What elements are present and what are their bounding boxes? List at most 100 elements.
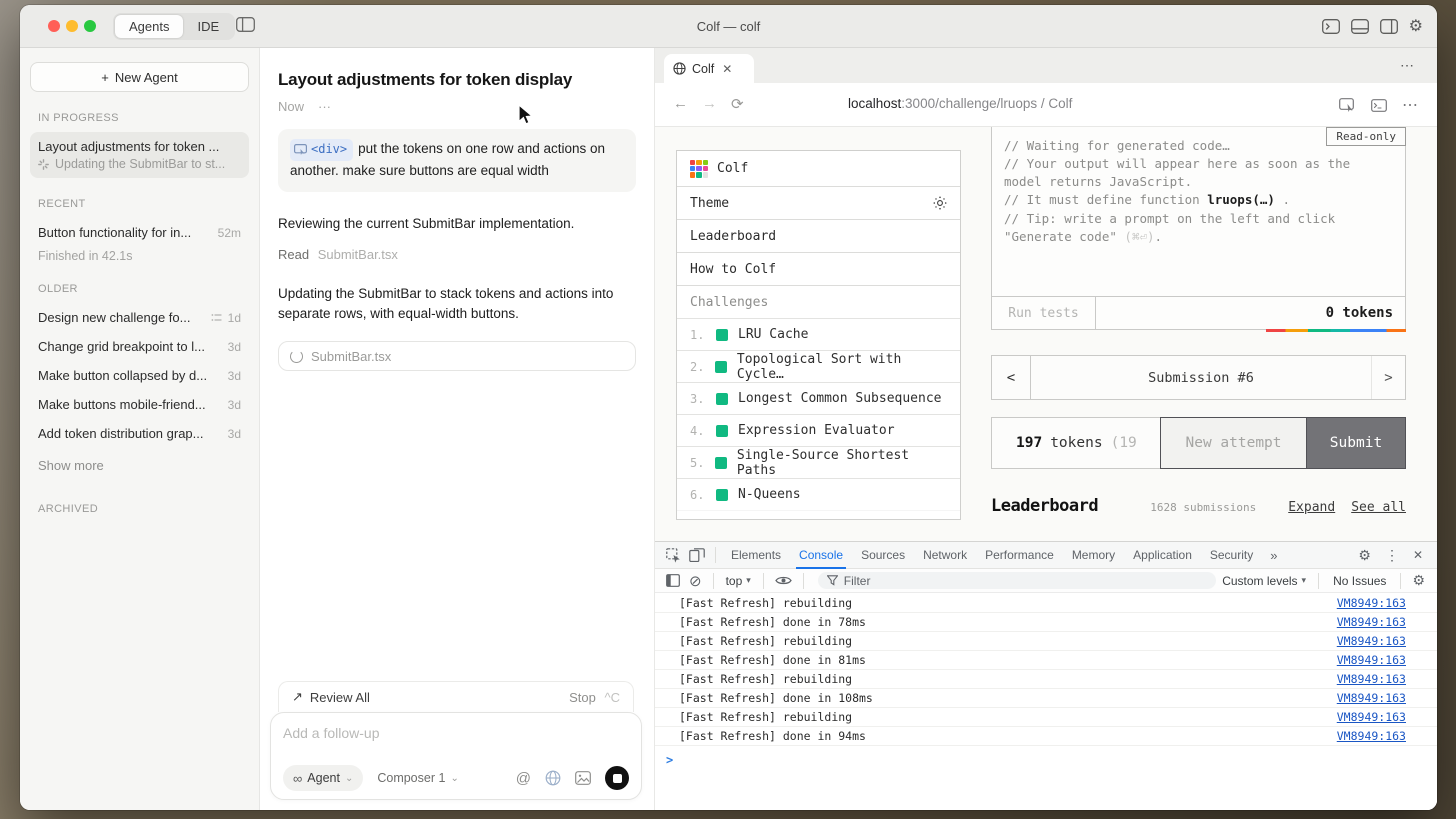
tab-ide[interactable]: IDE xyxy=(183,15,233,38)
settings-button[interactable]: ⚙ xyxy=(1409,19,1423,35)
agent-item[interactable]: Change grid breakpoint to l... 3d xyxy=(30,332,249,361)
back-icon[interactable]: ← xyxy=(673,95,688,112)
web-search-button[interactable] xyxy=(545,770,561,786)
agent-item[interactable]: Make buttons mobile-friend... 3d xyxy=(30,390,249,419)
devtools-tab-sources[interactable]: Sources xyxy=(852,542,914,569)
editing-file-row[interactable]: SubmitBar.tsx xyxy=(278,341,636,371)
expand-link[interactable]: Expand xyxy=(1288,500,1335,515)
run-tests-button[interactable]: Run tests xyxy=(992,297,1096,329)
challenge-item[interactable]: 5. Single-Source Shortest Paths xyxy=(677,446,960,478)
close-tab-icon[interactable]: ✕ xyxy=(722,62,732,76)
minimize-window-button[interactable] xyxy=(66,20,78,32)
devtools-menu-button[interactable]: ⋮ xyxy=(1378,547,1406,564)
reload-icon[interactable]: ⟳ xyxy=(731,95,744,113)
agent-item-recent[interactable]: Button functionality for in... 52m xyxy=(30,218,249,247)
urlbar-more-button[interactable]: ⋯ xyxy=(1402,95,1419,115)
colf-nav-leaderboard[interactable]: Leaderboard xyxy=(677,219,960,252)
agent-item-active[interactable]: Layout adjustments for token ... Updatin… xyxy=(30,132,249,178)
console-source-link[interactable]: VM8949:163 xyxy=(1337,615,1406,629)
inspect-element-button[interactable] xyxy=(662,548,685,563)
console-sidebar-button[interactable] xyxy=(662,574,684,587)
followup-input[interactable] xyxy=(283,725,629,741)
console-message[interactable]: [Fast Refresh] done in 108ms VM8949:163 xyxy=(655,689,1437,708)
console-source-link[interactable]: VM8949:163 xyxy=(1337,710,1406,724)
composer-selector[interactable]: Composer 1 ⌄ xyxy=(377,771,458,785)
agent-item[interactable]: Make button collapsed by d... 3d xyxy=(30,361,249,390)
submit-button[interactable]: Submit xyxy=(1307,418,1405,468)
element-chip[interactable]: <div> xyxy=(290,139,353,161)
toggle-terminal-panel-button[interactable] xyxy=(1322,19,1340,34)
review-all-button[interactable]: ↗ Review All xyxy=(292,689,370,705)
mode-selector[interactable]: ∞ Agent ⌄ xyxy=(283,765,363,791)
challenge-item[interactable]: 2. Topological Sort with Cycle… xyxy=(677,350,960,382)
issues-counter[interactable]: No Issues xyxy=(1325,574,1394,588)
close-window-button[interactable] xyxy=(48,20,60,32)
devtools-tab-performance[interactable]: Performance xyxy=(976,542,1063,569)
stop-button[interactable]: Stop ^C xyxy=(569,690,620,705)
devtools-close-button[interactable]: ✕ xyxy=(1406,548,1430,562)
live-expression-button[interactable] xyxy=(770,575,797,586)
devtools-settings-button[interactable]: ⚙ xyxy=(1351,547,1378,564)
devtools-tab-network[interactable]: Network xyxy=(914,542,976,569)
console-source-link[interactable]: VM8949:163 xyxy=(1337,691,1406,705)
toggle-right-panel-button[interactable] xyxy=(1380,19,1398,34)
colf-nav-theme[interactable]: Theme xyxy=(677,186,960,219)
mention-button[interactable]: @ xyxy=(516,770,531,787)
tabstrip-more-button[interactable]: ⋯ xyxy=(1400,57,1415,74)
show-more-button[interactable]: Show more xyxy=(30,448,249,483)
colf-logo-row[interactable]: Colf xyxy=(677,151,960,186)
console-source-link[interactable]: VM8949:163 xyxy=(1337,672,1406,686)
agent-item[interactable]: Design new challenge fo... 1d xyxy=(30,303,249,332)
clear-console-button[interactable]: ⊘ xyxy=(684,572,707,590)
console-source-link[interactable]: VM8949:163 xyxy=(1337,653,1406,667)
challenge-item[interactable]: 6. N-Queens xyxy=(677,478,960,510)
toggle-bottom-panel-button[interactable] xyxy=(1351,19,1369,34)
code-output[interactable]: // Waiting for generated code… // Your o… xyxy=(992,127,1405,296)
console-prompt[interactable]: > xyxy=(655,746,1437,767)
challenge-item[interactable]: 4. Expression Evaluator xyxy=(677,414,960,446)
console-message[interactable]: [Fast Refresh] rebuilding VM8949:163 xyxy=(655,670,1437,689)
devtools-tab-security[interactable]: Security xyxy=(1201,542,1262,569)
console-settings-button[interactable]: ⚙ xyxy=(1407,572,1430,589)
select-element-button[interactable] xyxy=(1339,98,1356,112)
agent-item[interactable]: Add token distribution grap... 3d xyxy=(30,419,249,448)
console-message[interactable]: [Fast Refresh] rebuilding VM8949:163 xyxy=(655,632,1437,651)
zoom-window-button[interactable] xyxy=(84,20,96,32)
console-filter[interactable]: Filter xyxy=(818,572,1216,589)
new-attempt-button[interactable]: New attempt xyxy=(1161,418,1307,468)
see-all-link[interactable]: See all xyxy=(1351,500,1406,515)
more-tabs-button[interactable]: » xyxy=(1262,548,1285,563)
colf-nav-how-to[interactable]: How to Colf xyxy=(677,252,960,285)
console-source-link[interactable]: VM8949:163 xyxy=(1337,729,1406,743)
device-toolbar-button[interactable] xyxy=(685,548,709,562)
chat-menu-button[interactable]: ··· xyxy=(318,99,331,114)
stop-generation-button[interactable] xyxy=(605,766,629,790)
console-message[interactable]: [Fast Refresh] rebuilding VM8949:163 xyxy=(655,708,1437,727)
log-levels-selector[interactable]: Custom levels ▾ xyxy=(1216,574,1312,588)
devtools-tab-elements[interactable]: Elements xyxy=(722,542,790,569)
toggle-sidebar-button[interactable] xyxy=(236,17,255,32)
forward-icon[interactable]: → xyxy=(702,95,717,112)
next-submission-button[interactable]: > xyxy=(1371,356,1405,399)
context-selector[interactable]: top ▾ xyxy=(720,574,757,588)
console-message[interactable]: [Fast Refresh] rebuilding VM8949:163 xyxy=(655,594,1437,613)
attach-image-button[interactable] xyxy=(575,771,591,785)
challenge-item[interactable]: 1. LRU Cache xyxy=(677,318,960,350)
devtools-tab-application[interactable]: Application xyxy=(1124,542,1201,569)
console-message[interactable]: [Fast Refresh] done in 81ms VM8949:163 xyxy=(655,651,1437,670)
read-action-row[interactable]: Read SubmitBar.tsx xyxy=(278,247,636,262)
prev-submission-button[interactable]: < xyxy=(992,356,1031,399)
new-agent-button[interactable]: + New Agent xyxy=(30,62,249,92)
sun-icon[interactable] xyxy=(933,196,947,210)
challenge-item[interactable]: 3. Longest Common Subsequence xyxy=(677,382,960,414)
devtools-tab-console[interactable]: Console xyxy=(790,542,852,569)
challenge-item-clipped[interactable] xyxy=(677,510,960,520)
console-message[interactable]: [Fast Refresh] done in 94ms VM8949:163 xyxy=(655,727,1437,746)
console-message[interactable]: [Fast Refresh] done in 78ms VM8949:163 xyxy=(655,613,1437,632)
url-display[interactable]: localhost:3000/challenge/lruops / Colf xyxy=(848,96,1072,111)
browser-tab-colf[interactable]: Colf ✕ xyxy=(664,54,754,83)
console-source-link[interactable]: VM8949:163 xyxy=(1337,596,1406,610)
console-source-link[interactable]: VM8949:163 xyxy=(1337,634,1406,648)
tab-agents[interactable]: Agents xyxy=(115,15,183,38)
open-devtools-button[interactable] xyxy=(1371,99,1387,112)
